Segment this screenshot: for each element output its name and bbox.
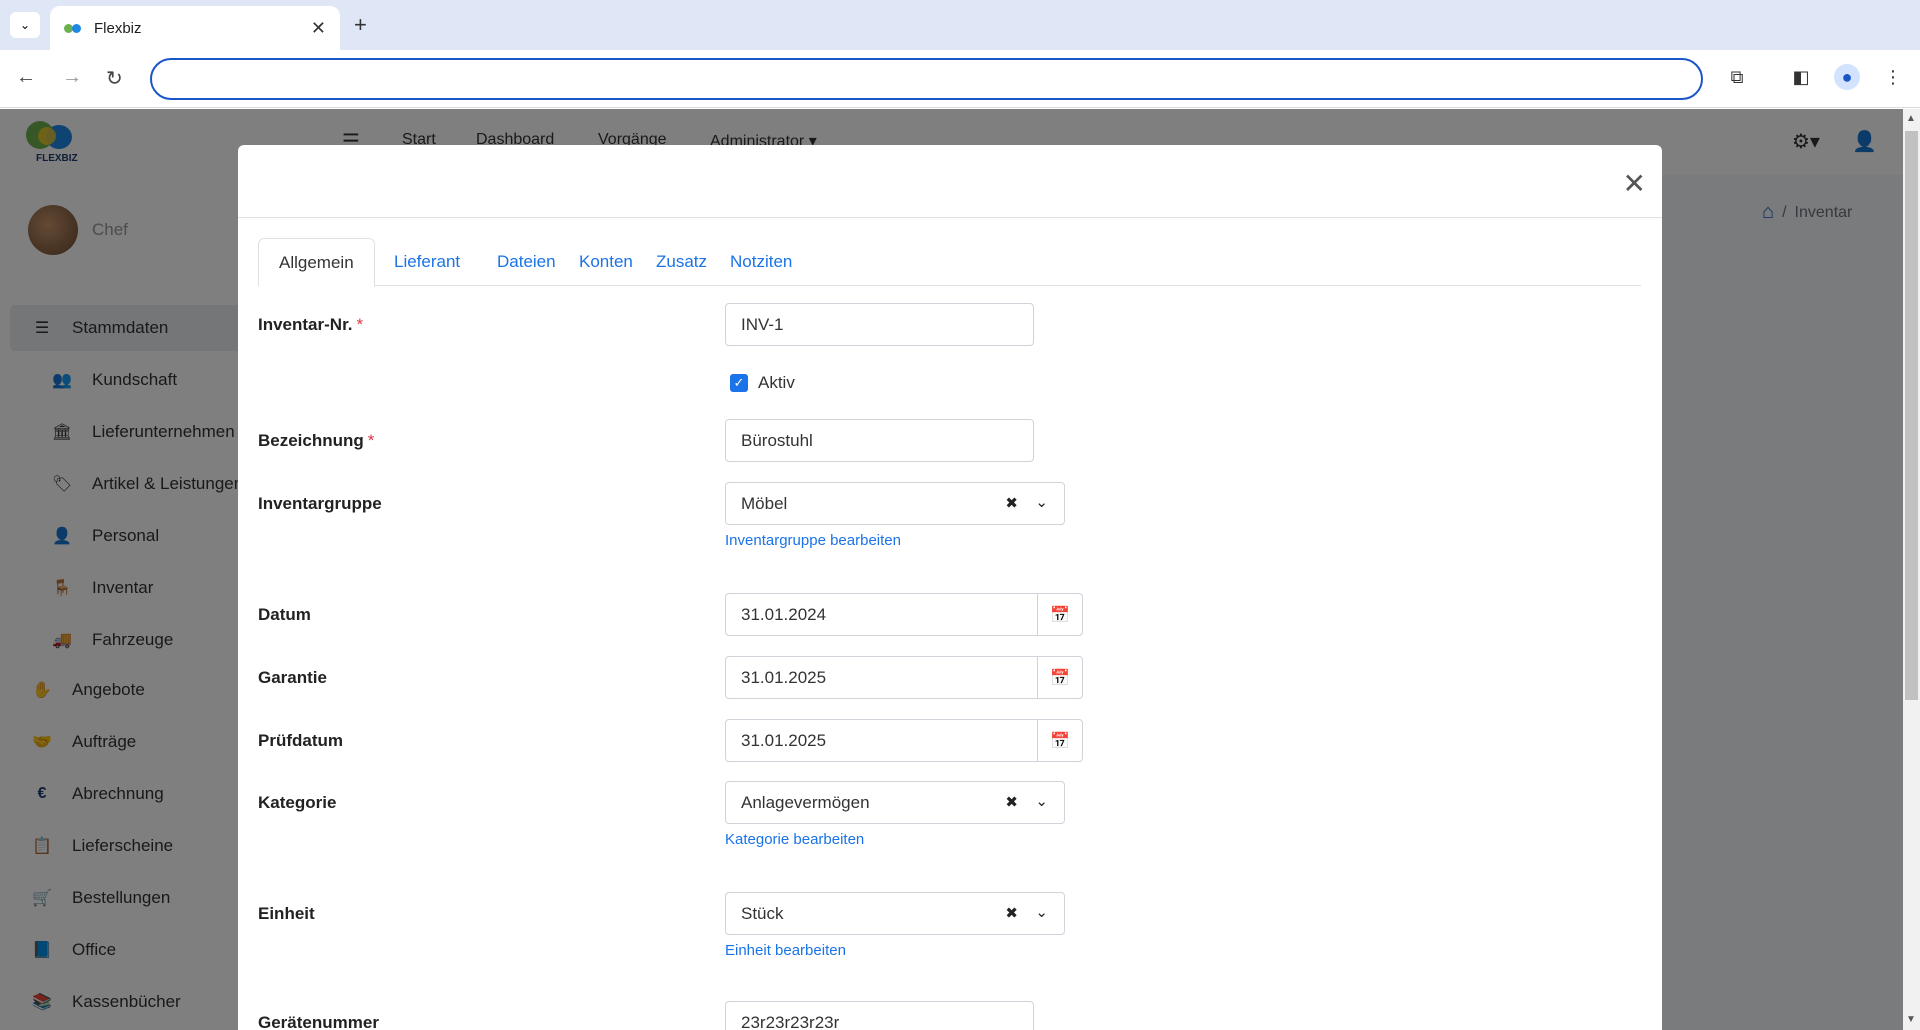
scroll-down-icon[interactable]: ▼ (1906, 1014, 1916, 1025)
pruefdatum-label: Prüfdatum (258, 731, 343, 750)
bezeichnung-input[interactable]: Bürostuhl (725, 419, 1034, 462)
aktiv-checkbox[interactable]: ✓ (730, 374, 748, 392)
menu-kebab-icon[interactable]: ⋮ (1880, 64, 1906, 90)
clear-icon[interactable]: ✖ (1005, 782, 1018, 823)
clear-icon[interactable]: ✖ (1005, 893, 1018, 934)
new-tab-button[interactable]: + (354, 12, 367, 38)
inventargruppe-label: Inventargruppe (258, 494, 382, 513)
tab-lieferant[interactable]: Lieferant (374, 238, 480, 286)
datum-label: Datum (258, 605, 311, 624)
browser-tab[interactable]: Flexbiz ✕ (50, 6, 340, 50)
tab-allgemein[interactable]: Allgemein (258, 238, 375, 287)
address-bar[interactable] (150, 58, 1703, 100)
inventory-edit-modal: ✕ Allgemein Lieferant Dateien Konten Zus… (238, 145, 1662, 1030)
inventargruppe-edit-link[interactable]: Inventargruppe bearbeiten (725, 532, 901, 549)
datum-input[interactable]: 31.01.2024 📅 (725, 593, 1083, 636)
calendar-icon[interactable]: 📅 (1037, 720, 1082, 761)
kategorie-edit-link[interactable]: Kategorie bearbeiten (725, 831, 864, 848)
flexbiz-favicon-icon (64, 22, 84, 34)
tab-list-button[interactable]: ⌄ (10, 12, 40, 38)
garantie-label: Garantie (258, 668, 327, 687)
einheit-label: Einheit (258, 904, 315, 923)
calendar-icon[interactable]: 📅 (1037, 594, 1082, 635)
inventar-nr-label: Inventar-Nr. * (258, 315, 364, 334)
bezeichnung-label: Bezeichnung * (258, 431, 375, 450)
einheit-select[interactable]: Stück ✖ ⌄ (725, 892, 1065, 935)
inventar-nr-input[interactable]: INV-1 (725, 303, 1034, 346)
geraetenummer-input[interactable]: 23r23r23r23r (725, 1001, 1034, 1030)
kategorie-label: Kategorie (258, 793, 337, 812)
forward-icon[interactable]: → (62, 66, 82, 89)
chevron-down-icon[interactable]: ⌄ (1035, 892, 1048, 933)
chevron-down-icon[interactable]: ⌄ (1035, 482, 1048, 523)
reload-icon[interactable]: ↻ (106, 66, 123, 91)
page: FLEXBIZ Chef ☰ Stammdaten 👥 Kundschaft 🏛… (0, 109, 1920, 1030)
tab-title: Flexbiz (94, 19, 142, 37)
browser-tab-bar: ⌄ Flexbiz ✕ + (0, 0, 1920, 50)
pruefdatum-input[interactable]: 31.01.2025 📅 (725, 719, 1083, 762)
modal-header: ✕ (238, 145, 1662, 218)
inventargruppe-select[interactable]: Möbel ✖ ⌄ (725, 482, 1065, 525)
chevron-down-icon[interactable]: ⌄ (1035, 781, 1048, 822)
close-icon[interactable]: ✕ (1623, 167, 1646, 200)
extensions-icon[interactable]: ⧉ (1724, 64, 1750, 90)
side-panel-icon[interactable]: ◧ (1788, 64, 1814, 90)
aktiv-checkbox-row[interactable]: ✓ Aktiv (730, 373, 795, 393)
modal-tabs: Allgemein Lieferant Dateien Konten Zusat… (258, 238, 1641, 287)
geraetenummer-label: Gerätenummer (258, 1013, 379, 1030)
calendar-icon[interactable]: 📅 (1037, 657, 1082, 698)
scroll-up-icon[interactable]: ▲ (1906, 113, 1916, 124)
clear-icon[interactable]: ✖ (1005, 483, 1018, 524)
chevron-down-icon: ⌄ (19, 18, 31, 32)
scroll-thumb[interactable] (1905, 131, 1918, 700)
einheit-edit-link[interactable]: Einheit bearbeiten (725, 942, 846, 959)
back-icon[interactable]: ← (16, 66, 36, 89)
browser-toolbar: ← → ↻ ⧉ ◧ ● ⋮ (0, 50, 1920, 108)
garantie-input[interactable]: 31.01.2025 📅 (725, 656, 1083, 699)
profile-icon[interactable]: ● (1834, 64, 1860, 90)
kategorie-select[interactable]: Anlagevermögen ✖ ⌄ (725, 781, 1065, 824)
tab-notizen[interactable]: Notziten (710, 238, 812, 286)
page-scrollbar[interactable]: ▲ ▼ (1903, 109, 1920, 1030)
close-tab-icon[interactable]: ✕ (311, 18, 326, 39)
aktiv-label: Aktiv (758, 373, 795, 392)
